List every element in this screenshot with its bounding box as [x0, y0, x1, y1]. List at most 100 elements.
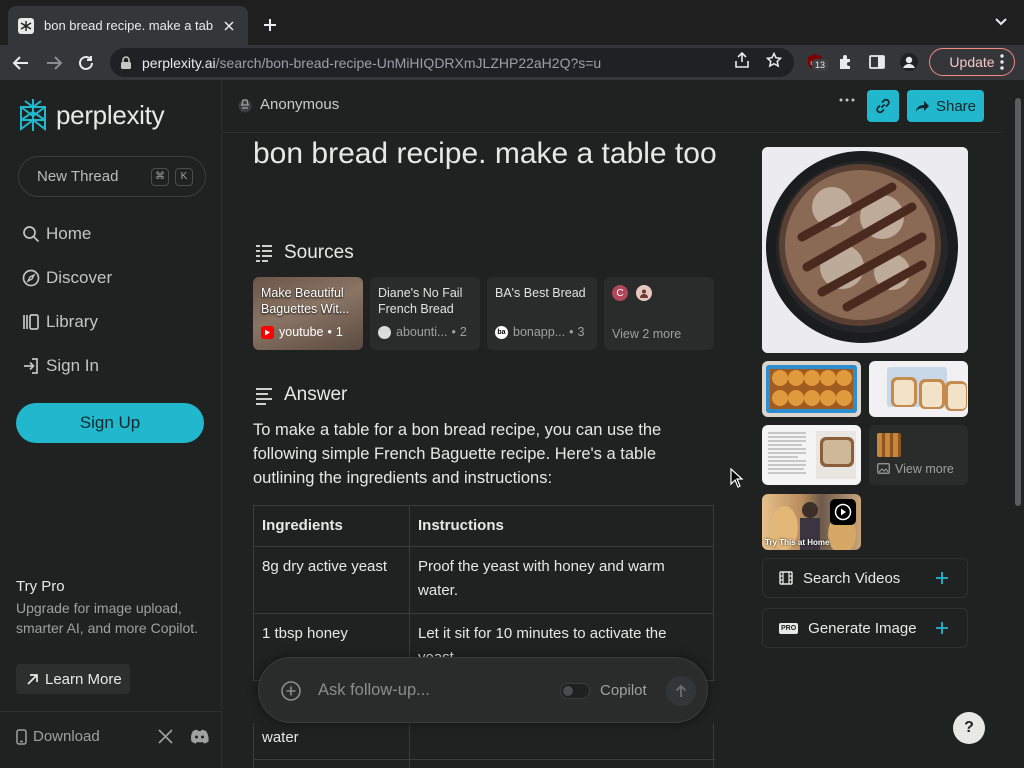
share-arrow-icon [915, 100, 929, 112]
logo-text: perplexity [56, 99, 165, 130]
browser-tab[interactable]: bon bread recipe. make a table [8, 6, 248, 45]
page-scrollbar[interactable] [1012, 80, 1024, 768]
bread-hero-image[interactable] [762, 147, 968, 353]
film-icon [779, 571, 793, 585]
sidebar-item-label: Home [46, 224, 92, 243]
table-cell: 8g dry active yeast [253, 546, 410, 614]
search-icon [22, 225, 40, 243]
view-more-label: View more [895, 462, 954, 476]
source-index: 3 [577, 325, 585, 339]
view-more-sources[interactable]: View 2 more [612, 327, 681, 341]
try-pro-title: Try Pro [16, 578, 65, 595]
generate-image-button[interactable]: PRO Generate Image [762, 608, 968, 648]
generate-image-label: Generate Image [808, 619, 917, 637]
browser-toolbar: perplexity.ai/search/bon-bread-recipe-Un… [0, 45, 1024, 80]
x-twitter-icon[interactable] [158, 729, 173, 744]
source-title: Make Beautiful Baguettes Wit... [261, 286, 350, 316]
plus-icon [935, 571, 949, 585]
view-more-images[interactable]: View more [869, 425, 968, 485]
table-header-row: Ingredients Instructions [253, 505, 714, 547]
bookmark-star-icon[interactable] [765, 51, 783, 69]
source-avatar: C [612, 285, 628, 301]
more-options-icon[interactable] [839, 98, 855, 102]
recipe-book-image[interactable] [762, 425, 861, 485]
copilot-toggle[interactable] [560, 683, 590, 699]
library-icon [22, 313, 40, 331]
tab-close-icon[interactable] [220, 17, 238, 35]
copy-link-button[interactable] [867, 90, 899, 122]
tab-title: bon bread recipe. make a table [44, 18, 214, 33]
person-avatar-icon [636, 285, 652, 301]
perplexity-favicon-icon [18, 17, 34, 34]
table-row: 8g dry active yeast Proof the yeast with… [253, 546, 714, 614]
incognito-icon [238, 97, 252, 113]
plus-icon [935, 621, 949, 635]
source-card[interactable]: Make Beautiful Baguettes Wit... youtube … [253, 277, 363, 350]
source-card[interactable]: Diane's No Fail French Bread abounti... … [370, 277, 480, 350]
answer-heading: Answer [254, 384, 347, 406]
url-text: perplexity.ai/search/bon-bread-recipe-Un… [142, 54, 602, 71]
source-site: youtube [279, 325, 324, 339]
follow-up-input[interactable]: Ask follow-up... [318, 681, 430, 700]
sidebar-footer: Download [0, 711, 221, 768]
anonymous-user[interactable]: Anonymous [238, 96, 339, 113]
side-panel-icon[interactable] [866, 51, 888, 73]
source-title: Diane's No Fail French Bread [378, 286, 463, 316]
tab-search-chevron-icon[interactable] [994, 17, 1008, 27]
search-videos-button[interactable]: Search Videos [762, 558, 968, 598]
source-index: 1 [335, 325, 343, 339]
kbd-cmd: ⌘ [151, 167, 169, 186]
sidebar-item-label: Library [46, 312, 98, 331]
bread-mini-image [877, 433, 901, 457]
sidebar: perplexity New Thread ⌘ K Home Discover … [0, 80, 222, 768]
new-tab-icon[interactable] [260, 15, 280, 35]
extension-badge: 13 [812, 59, 829, 71]
scrollbar-thumb[interactable] [1015, 98, 1021, 506]
extensions-puzzle-icon[interactable] [835, 51, 857, 73]
user-label: Anonymous [260, 96, 340, 113]
table-cell: water [262, 729, 299, 746]
phone-icon [16, 728, 27, 745]
download-link[interactable]: Download [16, 728, 100, 745]
perplexity-logo[interactable]: perplexity [18, 98, 165, 132]
discord-icon[interactable] [190, 729, 209, 744]
share-label: Share [935, 97, 977, 115]
learn-more-button[interactable]: Learn More [16, 664, 130, 694]
rolls-image[interactable] [762, 361, 861, 417]
mouse-cursor-icon [730, 468, 744, 488]
source-meta: youtube • 1 [261, 325, 343, 339]
search-videos-label: Search Videos [803, 569, 901, 587]
forward-arrow-icon[interactable] [43, 52, 65, 74]
sliced-bread-image[interactable] [869, 361, 968, 417]
new-thread-button[interactable]: New Thread ⌘ K [18, 156, 206, 197]
browser-tab-bar: bon bread recipe. make a table [0, 0, 1024, 45]
table-row-partial [253, 723, 715, 768]
back-arrow-icon[interactable] [10, 52, 32, 74]
sources-list-icon [254, 243, 274, 263]
arrow-up-right-icon [26, 673, 39, 686]
image-icon [877, 463, 890, 474]
kbd-k: K [175, 167, 193, 186]
sidebar-item-sign-in[interactable]: Sign In [22, 352, 99, 380]
share-button[interactable]: Share [907, 90, 984, 122]
site-favicon-icon [378, 325, 391, 339]
recipe-table: Ingredients Instructions 8g dry active y… [253, 505, 714, 681]
attach-plus-icon[interactable] [281, 681, 301, 701]
follow-up-box: Ask follow-up... Copilot [258, 657, 708, 723]
sidebar-item-library[interactable]: Library [22, 308, 98, 336]
sidebar-item-discover[interactable]: Discover [22, 264, 112, 292]
chrome-menu-icon[interactable] [1000, 54, 1004, 70]
sources-heading: Sources [254, 242, 354, 264]
profile-avatar-icon[interactable] [898, 51, 920, 73]
source-site: abounti... [396, 325, 448, 339]
source-card[interactable]: BA's Best Bread ba bonapp... • 3 [487, 277, 597, 350]
video-thumbnail[interactable]: Try This at Home [762, 494, 861, 550]
sidebar-item-home[interactable]: Home [22, 220, 91, 248]
submit-button[interactable] [666, 676, 696, 706]
help-button[interactable]: ? [953, 712, 985, 744]
perplexity-logo-icon [20, 99, 46, 131]
reload-icon[interactable] [75, 52, 97, 74]
sign-up-button[interactable]: Sign Up [16, 403, 204, 443]
address-bar[interactable]: perplexity.ai/search/bon-bread-recipe-Un… [110, 48, 794, 77]
share-page-icon[interactable] [733, 51, 751, 69]
